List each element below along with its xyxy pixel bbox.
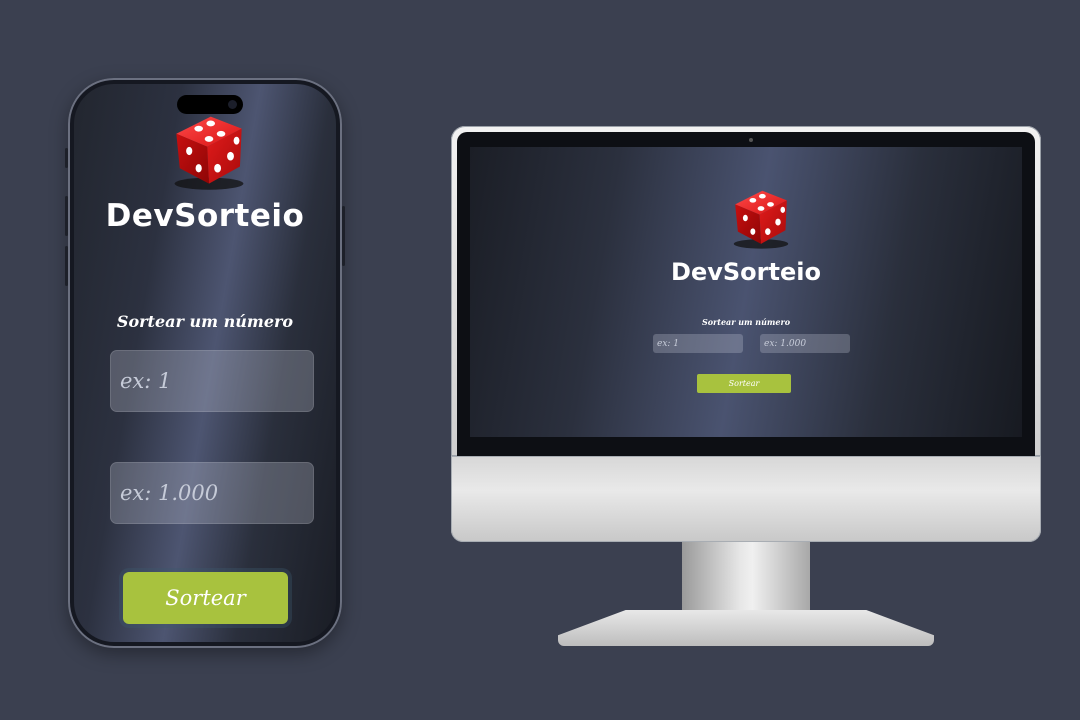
red-dice-icon — [166, 108, 252, 194]
sortear-button[interactable]: Sortear — [123, 572, 288, 624]
max-number-input[interactable]: ex: 1.000 — [760, 334, 850, 353]
phone-volume-up — [65, 196, 68, 236]
phone-power-button — [342, 206, 345, 266]
webcam-icon — [749, 138, 753, 142]
monitor-stand-base — [558, 610, 934, 646]
section-heading: Sortear um número — [701, 317, 791, 327]
phone-mute-switch — [65, 148, 68, 168]
min-number-input[interactable]: ex: 1 — [110, 350, 314, 412]
phone-volume-down — [65, 246, 68, 286]
section-heading: Sortear um número — [116, 312, 294, 331]
max-number-input[interactable]: ex: 1.000 — [110, 462, 314, 524]
red-dice-icon — [727, 184, 795, 252]
monitor-chin — [451, 456, 1041, 542]
app-title: DevSorteio — [105, 198, 305, 234]
monitor-screen: DevSorteio Sortear um número ex: 1 ex: 1… — [470, 147, 1022, 437]
app-title: DevSorteio — [671, 258, 821, 286]
monitor-stand-neck — [682, 542, 810, 614]
sortear-button[interactable]: Sortear — [697, 374, 791, 393]
phone-mockup: DevSorteio Sortear um número ex: 1 ex: 1… — [65, 78, 345, 648]
min-number-input[interactable]: ex: 1 — [653, 334, 743, 353]
phone-screen: DevSorteio Sortear um número ex: 1 ex: 1… — [74, 84, 336, 642]
monitor-mockup: DevSorteio Sortear um número ex: 1 ex: 1… — [451, 126, 1041, 456]
